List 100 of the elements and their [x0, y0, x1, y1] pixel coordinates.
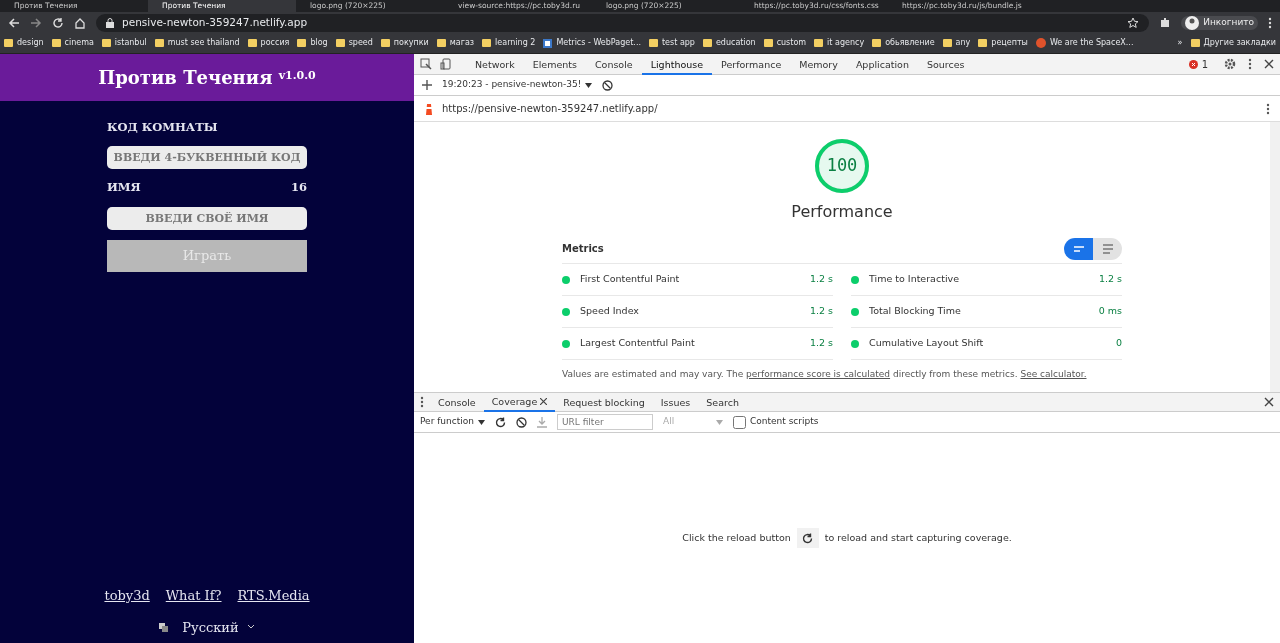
metric-value: 1.2 s	[809, 336, 833, 351]
folder-icon	[101, 39, 111, 47]
footer-link[interactable]: toby3d	[104, 586, 150, 606]
profile-chip[interactable]: Инкогнито	[1181, 15, 1258, 30]
score-value: 100	[826, 154, 858, 178]
expand-view-toggle[interactable]	[1064, 237, 1093, 260]
metrics-title: Metrics	[562, 242, 604, 256]
clear-icon[interactable]	[516, 416, 527, 428]
reload-button[interactable]	[796, 528, 819, 548]
devtools-tab[interactable]: Console	[585, 53, 642, 75]
lock-icon	[106, 17, 114, 28]
drawer-tab[interactable]: Request blocking	[555, 392, 653, 412]
devtools-tab[interactable]: Memory	[790, 53, 847, 75]
metric-value: 0	[1115, 336, 1122, 351]
note-text: directly from these metrics.	[892, 369, 1018, 379]
more-icon[interactable]	[1268, 16, 1272, 29]
back-icon[interactable]	[8, 16, 20, 29]
dropdown-icon	[716, 419, 723, 425]
settings-icon[interactable]	[1224, 58, 1236, 70]
chevron-icon	[246, 624, 255, 631]
folder-icon	[978, 39, 988, 47]
bookmark[interactable]: россия	[260, 37, 290, 49]
list-view-toggle[interactable]	[1093, 237, 1122, 260]
error-count[interactable]: 1	[1201, 56, 1208, 72]
devtools-tab[interactable]: Network	[466, 53, 524, 75]
report-select[interactable]: 19:20:23 - pensive-newton-35!	[442, 78, 593, 92]
devtools-tab[interactable]: Sources	[917, 53, 974, 75]
extension-icon[interactable]	[1159, 16, 1172, 29]
more-icon[interactable]	[1248, 58, 1252, 70]
footer-link[interactable]: What If?	[165, 586, 222, 606]
home-icon[interactable]	[74, 16, 86, 29]
more-bookmarks[interactable]: »	[1177, 37, 1183, 49]
metric-name: Total Blocking Time	[869, 304, 961, 319]
folder-icon	[380, 39, 390, 47]
folder-icon	[482, 39, 492, 47]
bookmark[interactable]: education	[715, 37, 756, 49]
coverage-mode-select[interactable]: Per function	[420, 415, 485, 429]
lighthouse-icon	[424, 102, 434, 115]
devtools-tab[interactable]: Elements	[523, 53, 586, 75]
hint-text: Click the reload button	[682, 530, 791, 545]
bookmark[interactable]: покупки	[393, 37, 429, 49]
close-icon[interactable]	[1264, 397, 1274, 407]
bookmark[interactable]: istanbul	[114, 37, 147, 49]
metric-name: Time to Interactive	[869, 272, 959, 287]
drawer-tab[interactable]: Coverage	[483, 392, 556, 412]
more-icon[interactable]	[420, 396, 424, 408]
char-counter: 16	[291, 179, 307, 197]
bookmark[interactable]: Другие закладки	[1203, 37, 1276, 49]
page-icon	[543, 38, 553, 48]
bookmark[interactable]: cinema	[64, 37, 94, 49]
url-filter-field[interactable]: URL filter	[557, 414, 653, 430]
reload-icon[interactable]	[495, 416, 506, 428]
language-select[interactable]: Русский	[182, 617, 255, 637]
score-gauge	[814, 138, 870, 194]
bookmark[interactable]: it agency	[827, 37, 865, 49]
devtools-tab[interactable]: Application	[846, 53, 918, 75]
bookmark[interactable]: магаз	[449, 37, 475, 49]
bookmark[interactable]: must see thailand	[167, 37, 240, 49]
dropdown-icon	[478, 419, 485, 425]
close-icon[interactable]	[540, 397, 548, 405]
checkbox-label: Content scripts	[750, 415, 819, 429]
drawer-tab[interactable]: Issues	[652, 392, 699, 412]
more-icon[interactable]	[1266, 102, 1270, 115]
devtools-tab[interactable]: Lighthouse	[641, 53, 713, 75]
bookmark[interactable]: blog	[310, 37, 328, 49]
footer-link[interactable]: RTS.Media	[237, 586, 310, 606]
bookmark[interactable]: обьявление	[885, 37, 935, 49]
bookmark[interactable]: design	[17, 37, 44, 49]
folder-icon	[335, 39, 345, 47]
avatar-icon	[1185, 15, 1200, 30]
drawer-tab[interactable]: Search	[698, 392, 747, 412]
score-link[interactable]: performance score is calculated	[746, 369, 891, 379]
inspect-icon[interactable]	[420, 58, 432, 70]
plus-icon[interactable]	[422, 80, 432, 90]
bookmark[interactable]: learning 2	[495, 37, 536, 49]
calculator-link[interactable]: See calculator.	[1020, 369, 1087, 379]
checkbox[interactable]	[733, 415, 746, 429]
address-text[interactable]: pensive-newton-359247.netlify.app	[122, 14, 308, 31]
device-icon[interactable]	[440, 58, 452, 70]
devtools-tab[interactable]: Performance	[712, 53, 791, 75]
forward-icon[interactable]	[30, 16, 42, 29]
folder-icon	[247, 39, 257, 47]
bookmark[interactable]: рецепты	[991, 37, 1028, 49]
star-icon[interactable]	[1127, 16, 1140, 29]
folder-icon	[763, 39, 773, 47]
clear-icon[interactable]	[602, 79, 614, 91]
name-field[interactable]: ВВЕДИ СВОЁ ИМЯ	[107, 206, 307, 230]
report-url[interactable]: https://pensive-newton-359247.netlify.app/	[442, 101, 658, 116]
metric-value: 0 ms	[1098, 304, 1122, 319]
bookmark[interactable]: test app	[661, 37, 695, 49]
close-icon[interactable]	[1264, 59, 1274, 69]
bookmark[interactable]: custom	[776, 37, 807, 49]
field-label: КОД КОМНАТЫ	[107, 119, 219, 136]
error-icon	[1188, 59, 1198, 69]
bookmark[interactable]: any	[955, 37, 971, 49]
bookmark[interactable]: We are the SpaceX...	[1049, 37, 1134, 49]
bookmark[interactable]: speed	[348, 37, 373, 49]
bookmark[interactable]: Metrics - WebPaget...	[556, 37, 641, 49]
drawer-tab[interactable]: Console	[430, 392, 484, 412]
folder-icon	[154, 39, 164, 47]
